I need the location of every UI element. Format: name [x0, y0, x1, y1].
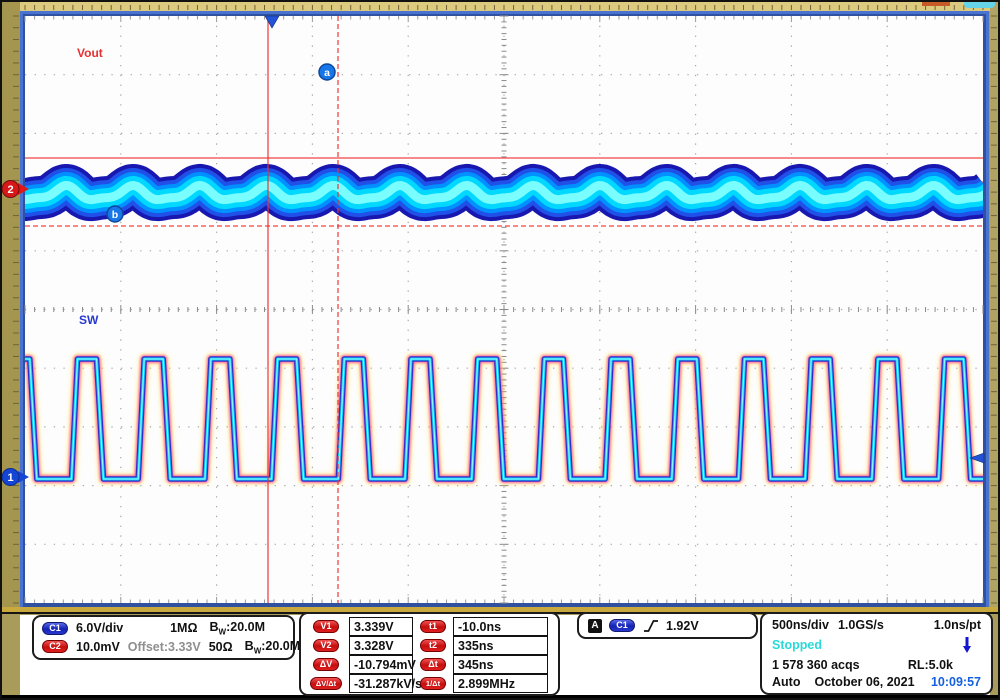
t2-value: 335ns [453, 636, 548, 655]
vout-label: Vout [77, 46, 103, 60]
channel-settings-panel[interactable]: C1 6.0V/div 1MΩ BW:20.0M C2 10.0mV Offse… [32, 615, 295, 660]
c2-offset: Offset:3.33V [128, 640, 201, 654]
sample-rate: 1.0GS/s [838, 618, 884, 632]
left-margin [2, 2, 20, 614]
resolution: 1.0ns/pt [934, 618, 981, 632]
c1-bandwidth: BW:20.0M [210, 620, 266, 637]
v1-badge[interactable]: V1 [313, 620, 339, 633]
cursor-a-handle[interactable]: a [319, 64, 335, 80]
v2-badge[interactable]: V2 [313, 639, 339, 652]
dt-value: 345ns [453, 655, 548, 674]
clock: 10:09:57 [931, 675, 981, 689]
inv-dt-badge[interactable]: 1/Δt [420, 677, 446, 690]
cursor-a-letter: a [324, 67, 330, 79]
c1-badge[interactable]: C1 [42, 622, 68, 635]
channel-1-row[interactable]: C1 6.0V/div 1MΩ BW:20.0M [42, 620, 285, 637]
acquisition-count: 1 578 360 acqs [772, 658, 860, 672]
down-arrow-icon [961, 635, 973, 655]
measurement-row: V1 3.339V t1 -10.0ns [303, 617, 556, 636]
trigger-level: 1.92V [666, 619, 699, 633]
cursor-b-handle[interactable]: b [107, 206, 123, 222]
acquisition-status: Stopped [772, 638, 822, 652]
dv-value: -10.794mV [349, 655, 413, 674]
c1-scale: 6.0V/div [76, 621, 123, 635]
cursor-b-letter: b [112, 209, 118, 221]
waveform-display[interactable]: Vout SW 2 1 a b [2, 2, 1000, 614]
dvdt-badge[interactable]: ΔV/Δt [310, 677, 342, 690]
date: October 06, 2021 [814, 675, 914, 689]
dt-badge[interactable]: Δt [420, 658, 446, 671]
acquisition-panel[interactable]: 500ns/div 1.0GS/s 1.0ns/pt Stopped 1 578… [760, 612, 993, 695]
c2-bandwidth: BW:20.0M [245, 639, 301, 656]
top-chip-cyan [964, 2, 995, 8]
sw-label: SW [79, 313, 99, 327]
timebase: 500ns/div [772, 618, 829, 632]
channel-2-number: 2 [7, 184, 13, 196]
c2-impedance: 50Ω [209, 640, 233, 654]
t1-badge[interactable]: t1 [420, 620, 446, 633]
c2-badge[interactable]: C2 [42, 640, 68, 653]
c1-impedance: 1MΩ [170, 621, 197, 635]
trigger-mode: Auto [772, 675, 800, 689]
oscilloscope-screen: Vout SW 2 1 a b C1 6.0V/div [0, 0, 1000, 700]
trigger-panel[interactable]: A C1 1.92V [577, 612, 758, 639]
top-margin [20, 2, 990, 11]
trigger-channel-badge[interactable]: C1 [609, 619, 635, 632]
cursor-readout-panel[interactable]: V1 3.339V t1 -10.0ns V2 3.328V t2 335ns … [299, 612, 560, 696]
top-chip-orange [922, 2, 950, 6]
inv-dt-value: 2.899MHz [453, 674, 548, 693]
rising-edge-icon [642, 618, 659, 634]
v2-value: 3.328V [349, 636, 413, 655]
record-length: RL:5.0k [908, 658, 953, 672]
channel-2-row[interactable]: C2 10.0mV Offset:3.33V 50Ω BW:20.0M [42, 639, 285, 656]
channel-1-number: 1 [7, 472, 13, 484]
t2-badge[interactable]: t2 [420, 639, 446, 652]
measurement-row: ΔV -10.794mV Δt 345ns [303, 655, 556, 674]
dvdt-value: -31.287kV/s [349, 674, 413, 693]
dv-badge[interactable]: ΔV [313, 658, 339, 671]
right-margin [990, 2, 1000, 614]
c2-scale: 10.0mV [76, 640, 120, 654]
v1-value: 3.339V [349, 617, 413, 636]
measurement-row: ΔV/Δt -31.287kV/s 1/Δt 2.899MHz [303, 674, 556, 693]
measurement-row: V2 3.328V t2 335ns [303, 636, 556, 655]
trigger-source-a-badge[interactable]: A [588, 619, 602, 633]
t1-value: -10.0ns [453, 617, 548, 636]
